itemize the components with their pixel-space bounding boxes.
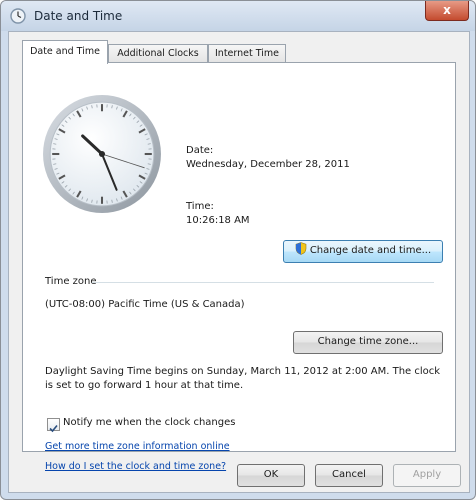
tab-date-and-time[interactable]: Date and Time	[22, 40, 108, 64]
notify-label[interactable]: Notify me when the clock changes	[63, 417, 235, 428]
tab-panel: Date: Wednesday, December 28, 2011 Time:…	[22, 62, 456, 472]
dst-note: Daylight Saving Time begins on Sunday, M…	[45, 366, 441, 391]
window-title: Date and Time	[34, 9, 123, 23]
time-value: 10:26:18 AM	[186, 215, 250, 226]
change-time-zone-button[interactable]: Change time zone...	[293, 331, 443, 354]
title-bar[interactable]: Date and Time x	[1, 1, 475, 31]
dialog-body: Date and Time Additional Clocks Internet…	[8, 31, 470, 493]
apply-button[interactable]: Apply	[393, 464, 461, 487]
clock-app-icon	[10, 8, 26, 24]
time-label: Time:	[186, 201, 214, 212]
notify-checkbox[interactable]	[47, 418, 60, 433]
date-label: Date:	[186, 145, 214, 156]
date-value: Wednesday, December 28, 2011	[186, 159, 350, 170]
analog-clock	[43, 95, 161, 213]
date-time-dialog: Date and Time x Date and Time Additional…	[0, 0, 476, 500]
tab-internet-time[interactable]: Internet Time	[208, 44, 286, 63]
time-zone-group-label: Time zone	[45, 276, 97, 287]
more-info-link[interactable]: Get more time zone information online	[45, 441, 230, 452]
change-date-time-button[interactable]: Change date and time...	[283, 240, 443, 263]
cancel-button[interactable]: Cancel	[315, 464, 383, 487]
how-set-link[interactable]: How do I set the clock and time zone?	[45, 461, 226, 472]
tab-additional-clocks[interactable]: Additional Clocks	[108, 44, 208, 63]
clock-center	[98, 150, 106, 158]
group-divider	[92, 282, 434, 283]
time-zone-value: (UTC-08:00) Pacific Time (US & Canada)	[45, 299, 245, 310]
close-button[interactable]: x	[425, 1, 469, 21]
change-date-time-label: Change date and time...	[309, 245, 432, 256]
ok-button[interactable]: OK	[237, 464, 305, 487]
uac-shield-icon	[295, 242, 307, 255]
check-icon	[49, 424, 58, 433]
